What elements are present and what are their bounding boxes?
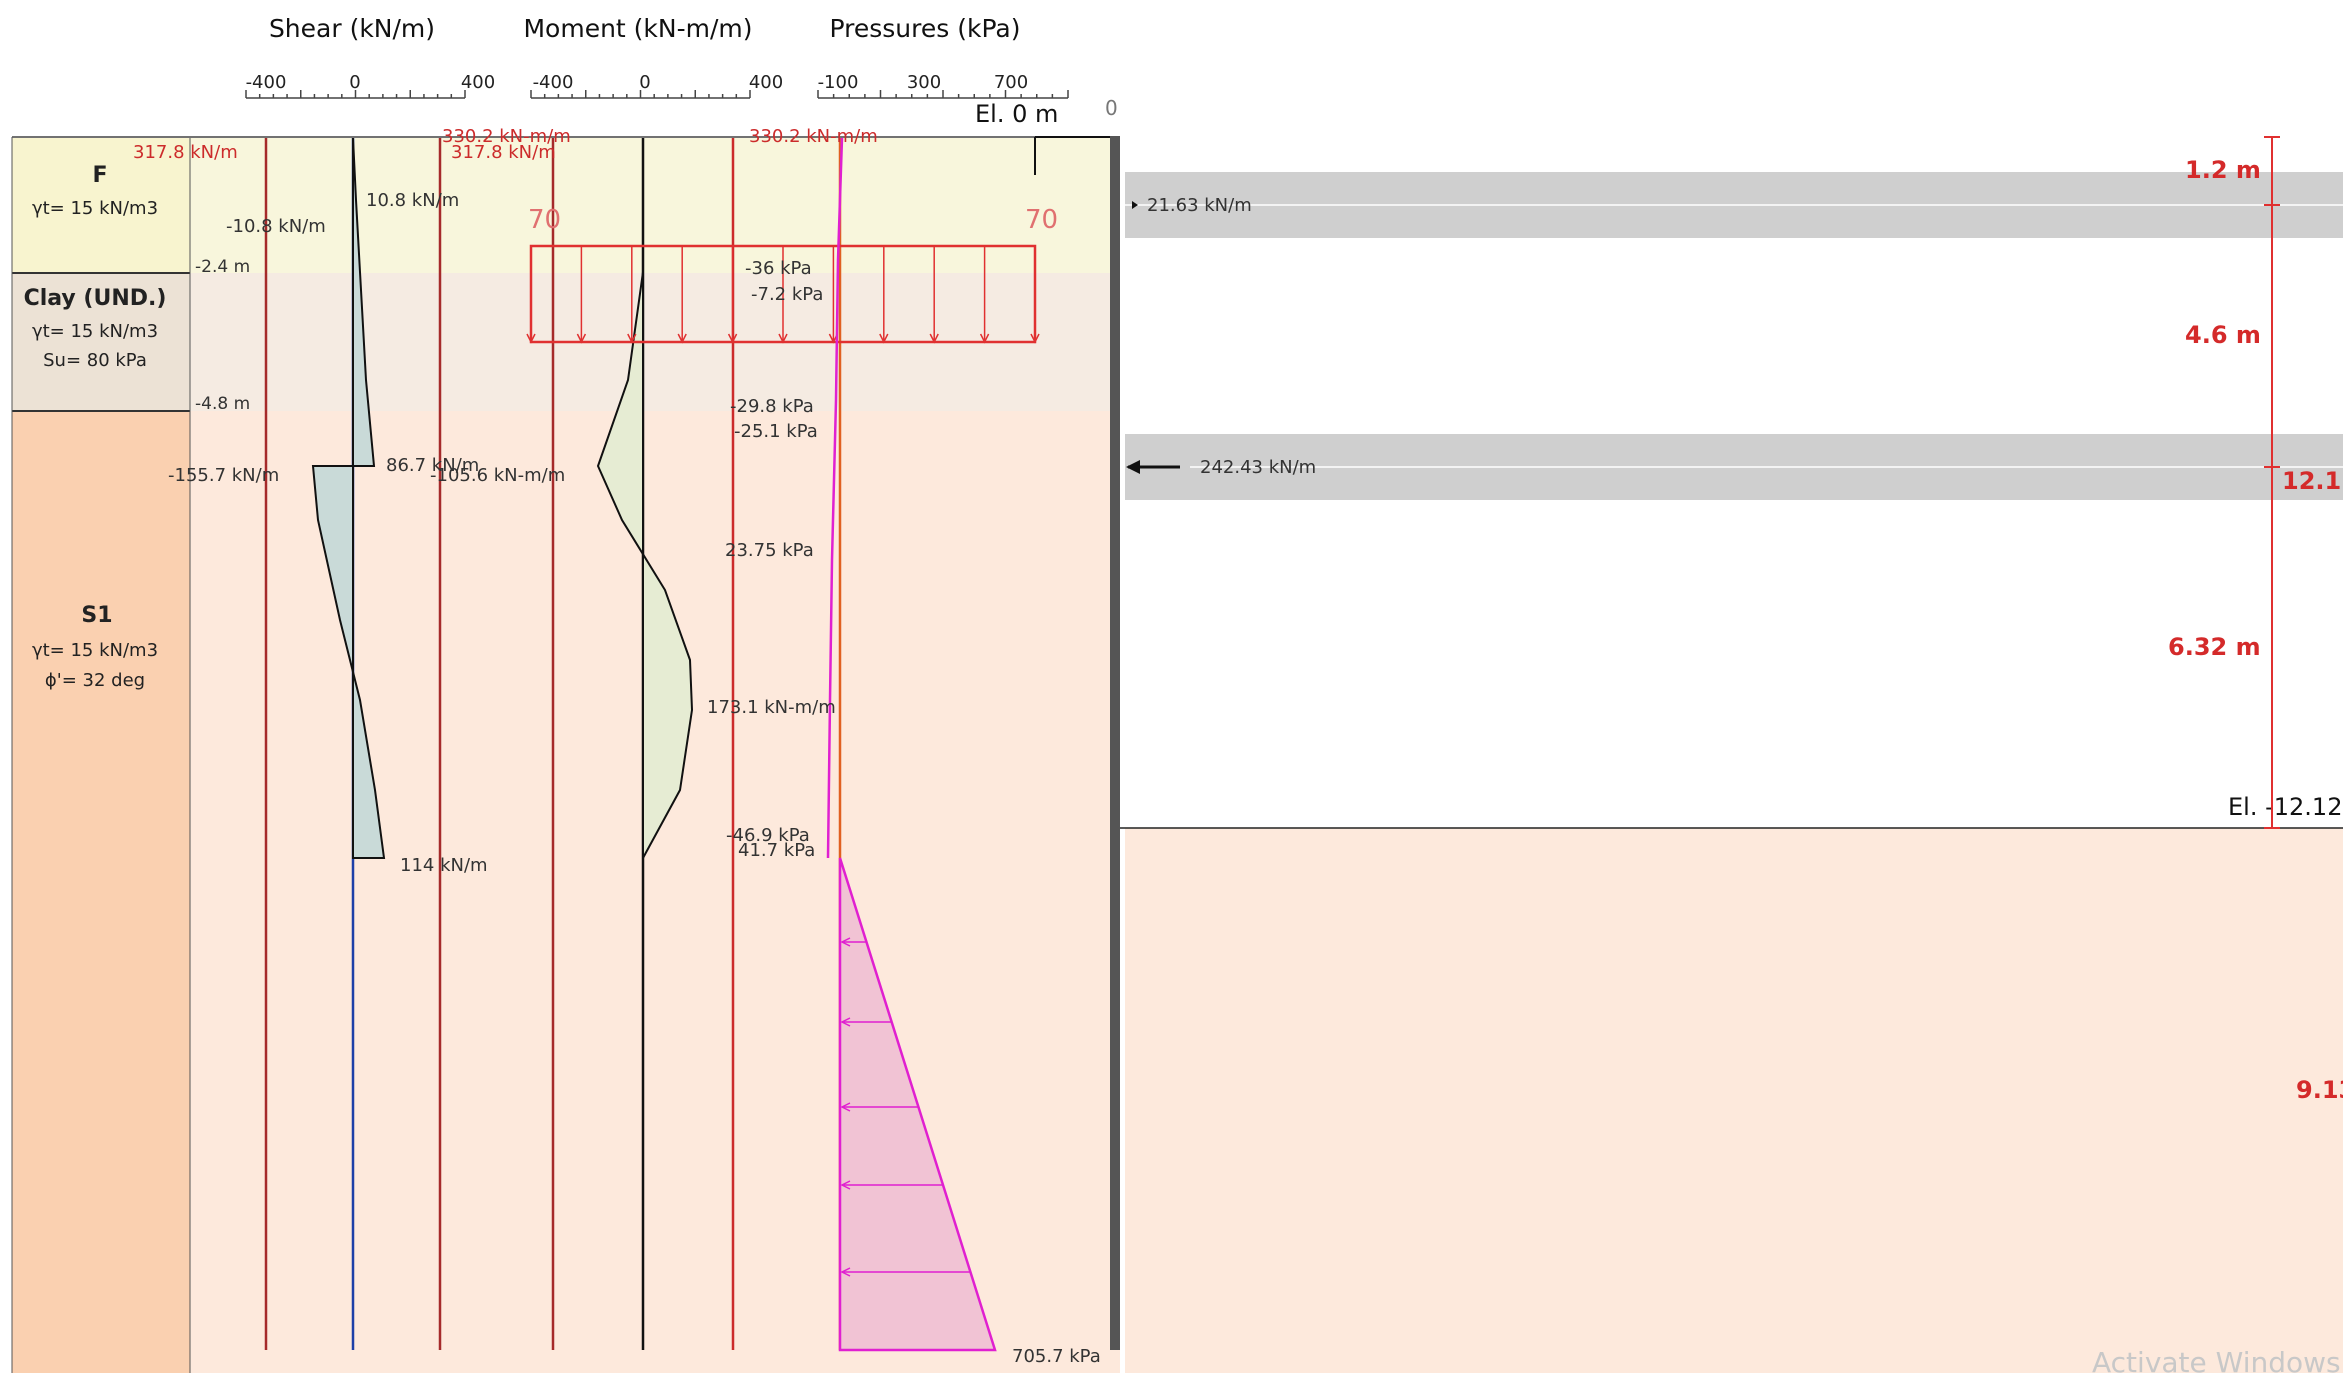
moment-value-label: 330.2 kN-m/m — [442, 126, 571, 147]
dimension-label: 9.13 — [2296, 1076, 2343, 1104]
pressure-tick-label: -100 — [818, 72, 859, 93]
shear-tick-label: 400 — [461, 72, 495, 93]
pressure-value-label: -36 kPa — [745, 258, 812, 279]
shear-value-label: 114 kN/m — [400, 855, 488, 876]
dimension-label: 12.12 — [2282, 467, 2343, 495]
pressure-value-label: -29.8 kPa — [730, 396, 814, 417]
surcharge-label-right: 70 — [1025, 205, 1058, 235]
shear-value-label: 10.8 kN/m — [366, 190, 459, 211]
top-elevation-label: El. 0 m — [975, 100, 1058, 128]
layer-depth-label: -2.4 m — [195, 257, 250, 277]
sand-layer-label-cell — [12, 411, 190, 1373]
passive-side-sand-band — [1125, 828, 2343, 1373]
moment-value-label: -105.6 kN-m/m — [430, 465, 565, 486]
sand-layer-unit-weight: γt= 15 kN/m3 — [32, 640, 158, 661]
os-watermark: Activate Windows — [2092, 1346, 2341, 1373]
dimension-label: 1.2 m — [2185, 156, 2261, 184]
pressure-value-label: 23.75 kPa — [725, 540, 814, 561]
moment-tick-label: 0 — [639, 72, 650, 93]
fill-layer-band — [190, 138, 1120, 273]
clay-layer-unit-weight: γt= 15 kN/m3 — [32, 321, 158, 342]
pressure-value-label: 41.7 kPa — [738, 840, 815, 861]
shear-tick-label: -400 — [246, 72, 287, 93]
shear-chart-title: Shear (kN/m) — [269, 14, 435, 43]
shear-tick-label: 0 — [349, 72, 360, 93]
pressure-tick-label: 300 — [907, 72, 941, 93]
moment-value-label: 173.1 kN-m/m — [707, 697, 836, 718]
shear-value-label: -10.8 kN/m — [226, 216, 326, 237]
wall-body — [1110, 136, 1120, 1350]
pressure-tick-label: 700 — [994, 72, 1028, 93]
fill-layer-name: F — [92, 163, 107, 188]
pressure-value-label: -25.1 kPa — [734, 421, 818, 442]
clay-layer-undrained-strength: Su= 80 kPa — [43, 350, 147, 371]
axis-tick-labels: -400 0 400 -400 0 400 -100 300 700 — [246, 72, 1029, 93]
pressure-chart-title: Pressures (kPa) — [830, 14, 1021, 43]
strut-bands: 21.63 kN/m 242.43 kN/m — [1125, 172, 2343, 500]
excavation-elevation-label: El. -12.12 — [2228, 793, 2342, 821]
top-zero-label: 0 — [1105, 96, 1118, 120]
layer-depth-label: -4.8 m — [195, 394, 250, 414]
retaining-wall-analysis-diagram: F γt= 15 kN/m3 Clay (UND.) γt= 15 kN/m3 … — [11, 14, 2343, 1373]
strut-load-label: 21.63 kN/m — [1147, 195, 1252, 216]
pressure-value-label: 705.7 kPa — [1012, 1346, 1101, 1367]
strut-load-label: 242.43 kN/m — [1200, 457, 1316, 478]
axis-minor-ticks — [245, 90, 1069, 98]
fill-layer-unit-weight: γt= 15 kN/m3 — [32, 198, 158, 219]
moment-tick-label: -400 — [533, 72, 574, 93]
shear-value-label: -155.7 kN/m — [168, 465, 279, 486]
sand-layer-name: S1 — [81, 603, 112, 628]
pressure-value-label: -7.2 kPa — [751, 284, 823, 305]
moment-tick-label: 400 — [749, 72, 783, 93]
shear-value-label: 317.8 kN/m — [133, 142, 238, 163]
dimension-label: 6.32 m — [2168, 633, 2261, 661]
chart-headers: Shear (kN/m) Moment (kN-m/m) Pressures (… — [269, 14, 1021, 43]
moment-value-label: 330.2 kN-m/m — [749, 126, 878, 147]
moment-chart-title: Moment (kN-m/m) — [523, 14, 752, 43]
clay-layer-name: Clay (UND.) — [24, 286, 167, 311]
sand-layer-friction-angle: ɸ'= 32 deg — [45, 670, 145, 691]
axis-scales — [245, 90, 1069, 99]
surcharge-label-left: 70 — [528, 205, 561, 235]
dimension-label: 4.6 m — [2185, 321, 2261, 349]
